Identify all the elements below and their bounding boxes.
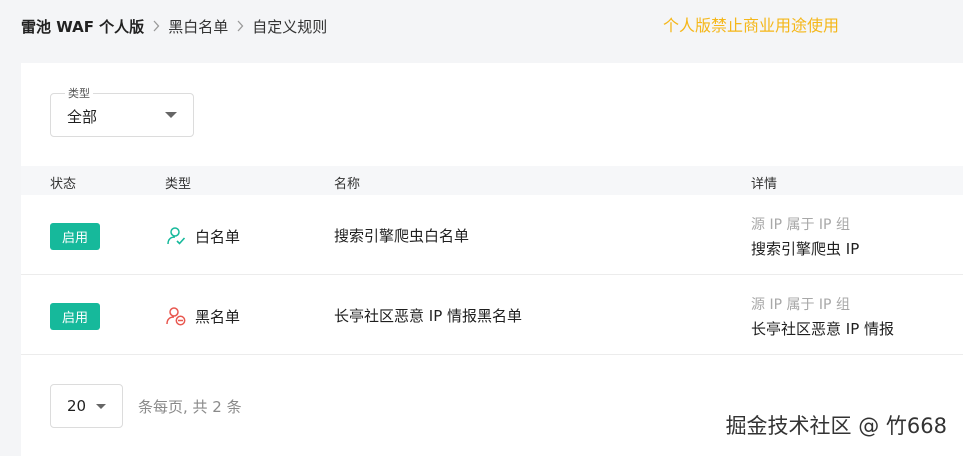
row-detail-condition: 源 IP 属于 IP 组 <box>751 217 850 233</box>
table-header: 状态 类型 名称 详情 <box>21 166 963 195</box>
commercial-use-notice: 个人版禁止商业用途使用 <box>663 16 840 35</box>
rules-card: 类型 全部 状态 类型 名称 详情 启用 白名单 搜索引擎爬虫白名单 源 IP … <box>21 63 963 456</box>
table-row[interactable]: 启用 黑名单 长亭社区恶意 IP 情报黑名单 源 IP 属于 IP 组 长亭社区… <box>21 275 963 355</box>
breadcrumb-blackwhite-list[interactable]: 黑白名单 <box>168 16 228 37</box>
breadcrumb: 雷池 WAF 个人版 黑白名单 自定义规则 <box>21 14 327 38</box>
page-size-value: 20 <box>67 397 87 415</box>
type-filter-label: 类型 <box>65 85 93 101</box>
row-name: 搜索引擎爬虫白名单 <box>334 227 470 245</box>
row-type: 黑名单 <box>165 305 240 327</box>
header-name: 名称 <box>334 177 361 192</box>
user-block-icon <box>166 307 186 326</box>
row-detail-condition: 源 IP 属于 IP 组 <box>751 297 850 313</box>
watermark: 掘金技术社区 @ 竹668 <box>725 414 947 438</box>
caret-down-icon <box>165 112 177 118</box>
chevron-right-icon <box>228 20 252 32</box>
row-type-label: 黑名单 <box>195 307 241 326</box>
header-detail: 详情 <box>751 177 778 192</box>
type-filter-value: 全部 <box>67 108 98 126</box>
row-type-label: 白名单 <box>195 227 241 246</box>
user-check-icon <box>167 227 186 245</box>
pagination: 20 条每页, 共 2 条 <box>50 384 242 428</box>
row-name: 长亭社区恶意 IP 情报黑名单 <box>334 307 523 325</box>
breadcrumb-custom-rules: 自定义规则 <box>252 17 328 36</box>
status-badge: 启用 <box>50 223 100 250</box>
type-filter-select[interactable]: 类型 全部 <box>50 85 194 137</box>
breadcrumb-root[interactable]: 雷池 WAF 个人版 <box>21 16 144 37</box>
table-row[interactable]: 启用 白名单 搜索引擎爬虫白名单 源 IP 属于 IP 组 搜索引擎爬虫 IP <box>21 195 963 275</box>
page-size-select[interactable]: 20 <box>50 384 123 428</box>
status-badge: 启用 <box>50 303 100 330</box>
row-detail-value: 长亭社区恶意 IP 情报 <box>751 320 895 338</box>
header-type: 类型 <box>165 177 192 192</box>
row-type: 白名单 <box>165 225 240 247</box>
chevron-right-icon <box>144 20 168 32</box>
pagination-summary: 条每页, 共 2 条 <box>138 397 242 416</box>
row-detail-value: 搜索引擎爬虫 IP <box>751 240 860 258</box>
caret-down-icon <box>96 404 106 409</box>
header-status: 状态 <box>50 177 77 192</box>
